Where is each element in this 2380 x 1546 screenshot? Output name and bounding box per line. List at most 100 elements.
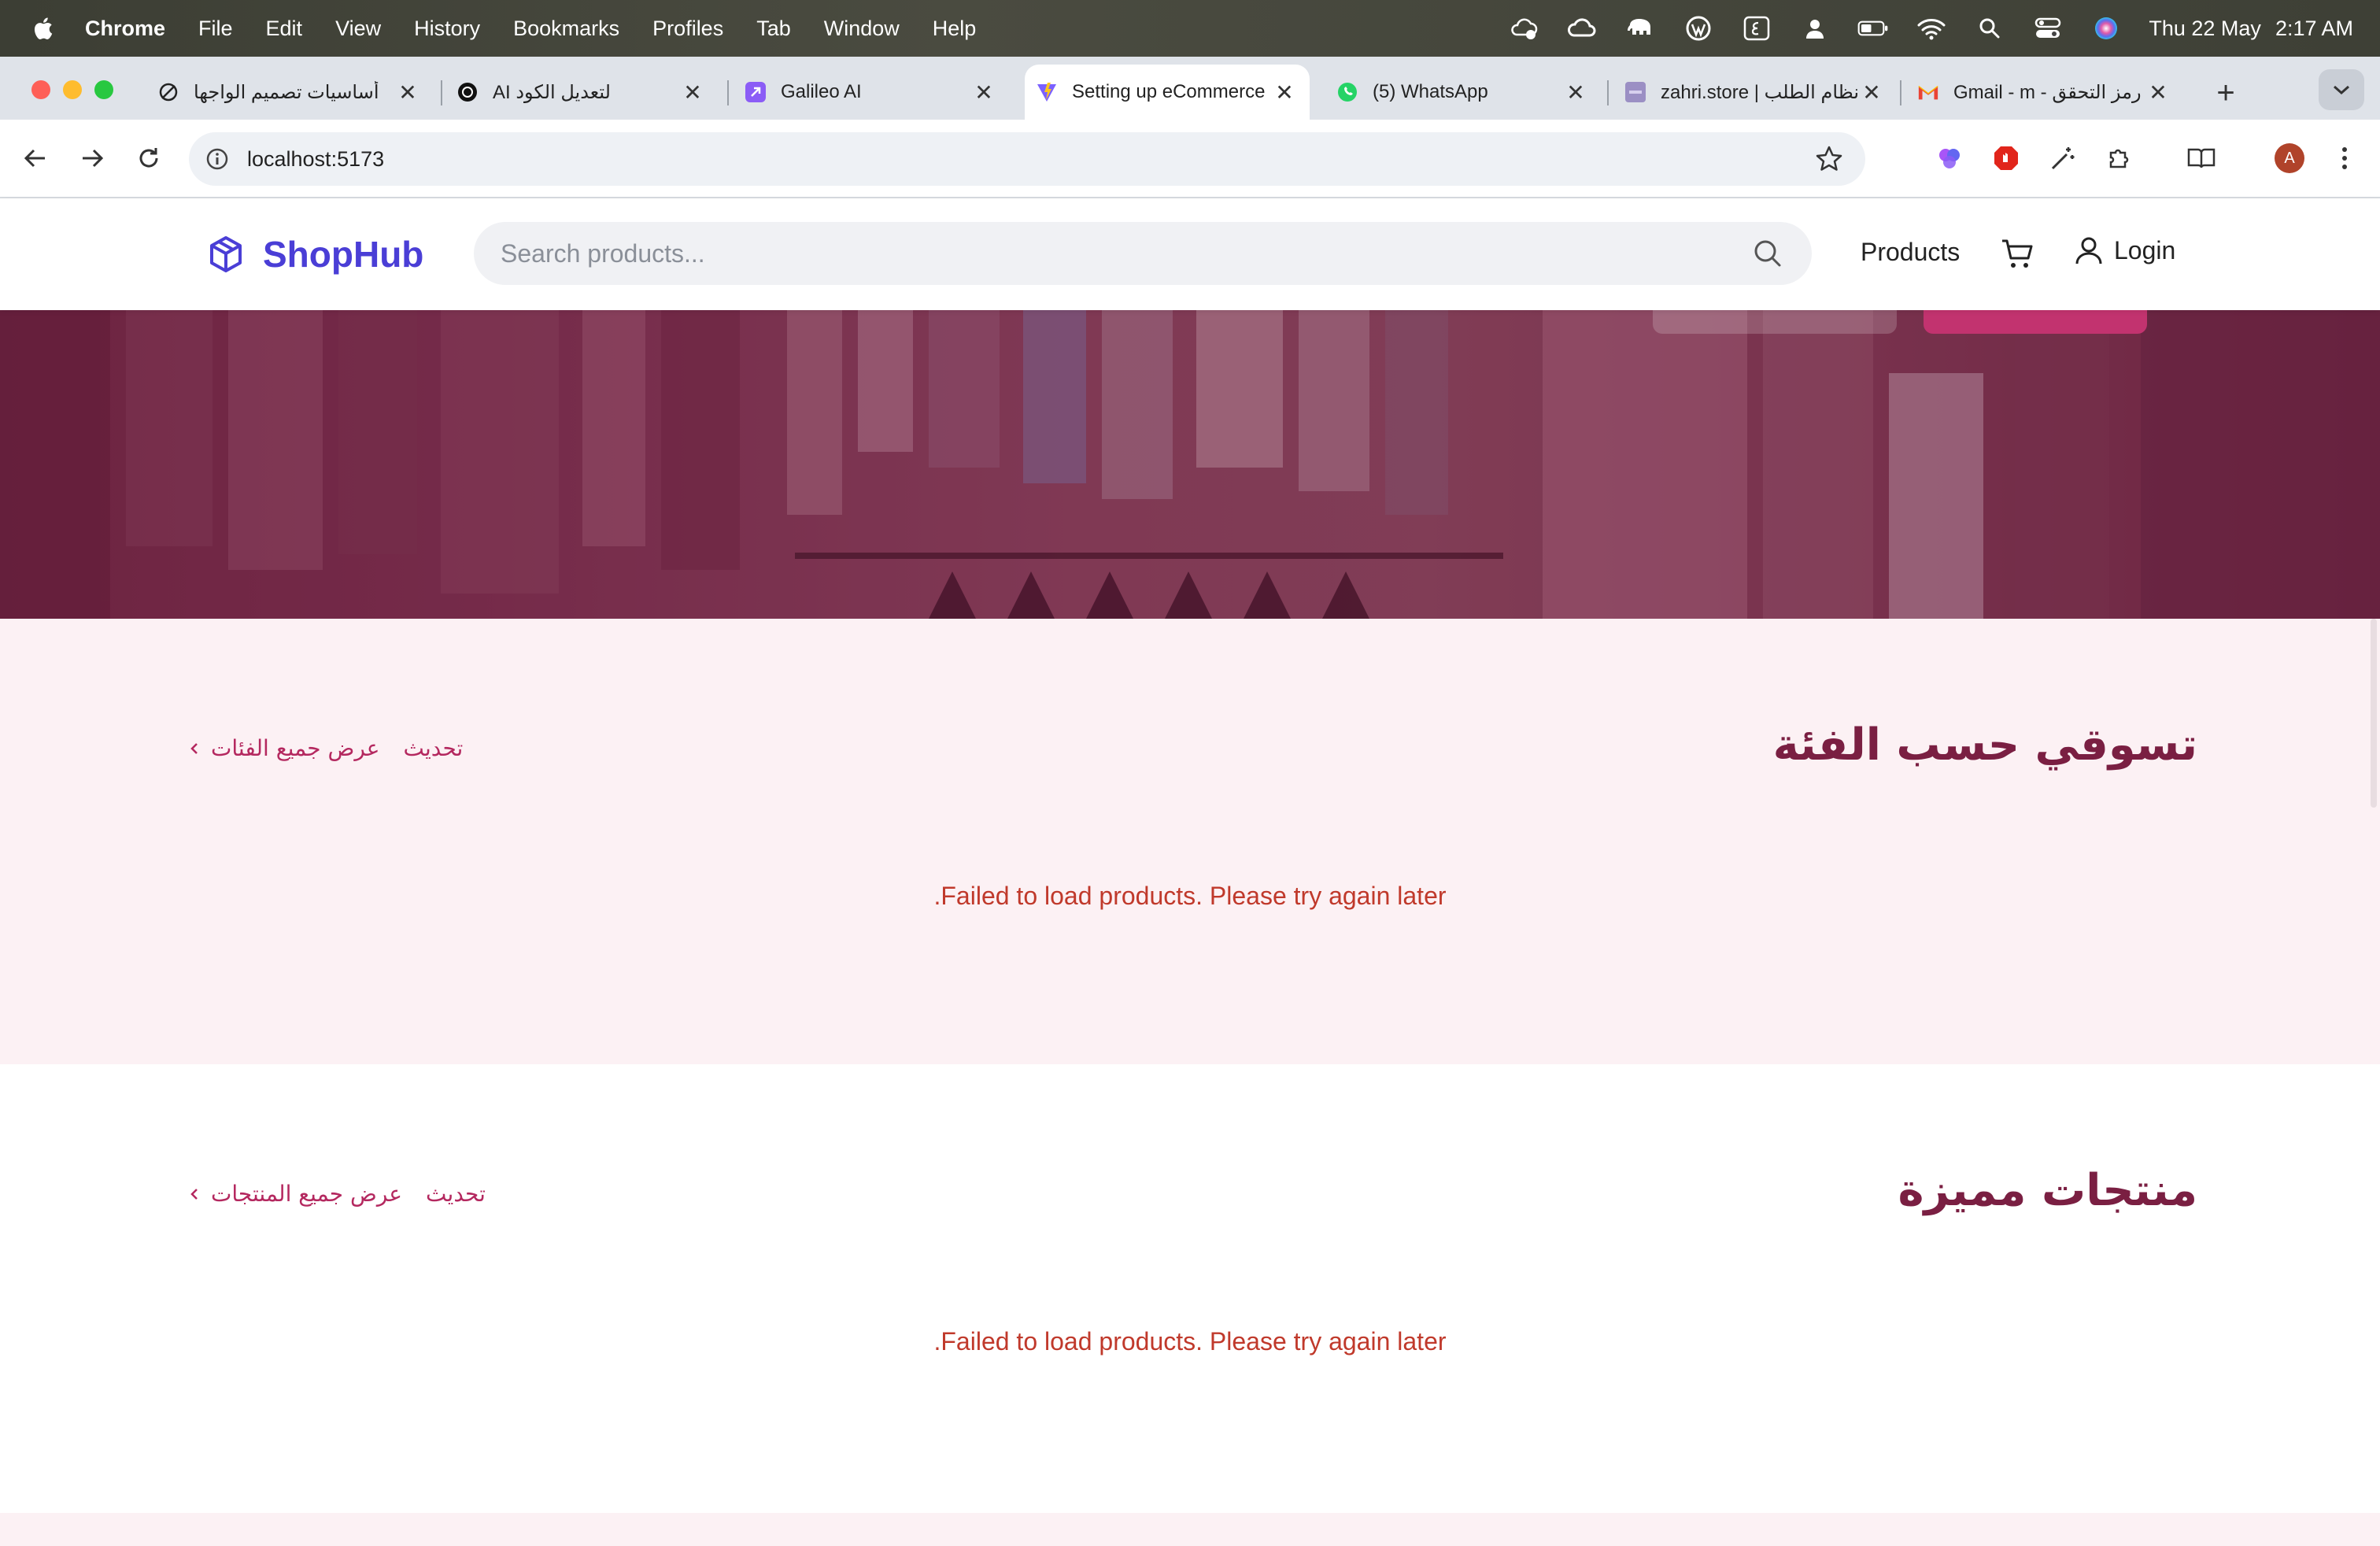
login-button[interactable]: Login — [2073, 235, 2175, 266]
tab-close-icon[interactable]: ✕ — [2147, 80, 2169, 105]
chevron-left-icon — [190, 1188, 198, 1200]
brand-logo[interactable]: ShopHub — [206, 233, 423, 276]
back-button[interactable] — [16, 139, 55, 178]
chevron-left-icon — [190, 742, 198, 754]
spotlight-search-icon[interactable] — [1974, 13, 2005, 44]
tab-title: لتعديل الكود AI — [493, 81, 611, 103]
hero-secondary-button[interactable] — [1653, 310, 1897, 334]
menu-app-chrome[interactable]: Chrome — [85, 17, 165, 41]
view-all-categories-link[interactable]: عرض جميع الفئات — [211, 735, 379, 761]
extension-brain-icon[interactable] — [1930, 139, 1969, 178]
menu-bookmarks[interactable]: Bookmarks — [513, 17, 619, 41]
tab-title: zahri.store | نظام الطلب — [1661, 81, 1860, 103]
wordpress-icon[interactable] — [1683, 13, 1714, 44]
hero-banner — [0, 310, 2380, 619]
tab-2[interactable]: Galileo AI ✕ — [734, 65, 1009, 120]
address-url[interactable]: localhost:5173 — [247, 147, 384, 172]
menu-history[interactable]: History — [414, 17, 480, 41]
arrow-right-icon — [83, 149, 104, 168]
tab-search-button[interactable] — [2319, 69, 2364, 110]
login-label: Login — [2114, 235, 2176, 264]
cloud-sync-icon[interactable] — [1508, 13, 1539, 44]
bookmark-star-icon[interactable] — [1815, 145, 1843, 173]
menu-view[interactable]: View — [335, 17, 381, 41]
tab-close-icon[interactable]: ✕ — [397, 80, 419, 105]
menu-profiles[interactable]: Profiles — [652, 17, 723, 41]
hero-primary-button[interactable] — [1924, 310, 2147, 334]
chrome-menu-button[interactable] — [2325, 139, 2364, 178]
wifi-icon[interactable] — [1916, 13, 1947, 44]
forward-button[interactable] — [72, 139, 112, 178]
chevron-down-icon — [2334, 85, 2349, 95]
search-icon[interactable] — [1752, 238, 1783, 269]
tab-close-icon[interactable]: ✕ — [973, 80, 995, 105]
user-account-icon[interactable] — [1799, 13, 1831, 44]
tab-3-active[interactable]: Setting up eCommerce ✕ — [1025, 65, 1310, 120]
tab-separator — [441, 80, 442, 105]
siri-icon[interactable] — [2090, 13, 2122, 44]
tab-close-icon[interactable]: ✕ — [1861, 80, 1883, 105]
refresh-products-button[interactable]: تحديث — [426, 1181, 486, 1207]
tab-1[interactable]: لتعديل الكود AI ✕ — [445, 65, 718, 120]
tab-close-icon[interactable]: ✕ — [682, 80, 704, 105]
tab-title: Setting up eCommerce — [1072, 81, 1266, 102]
menu-window[interactable]: Window — [824, 17, 900, 41]
tab-title: رمز التحقق - Gmail - m — [1953, 81, 2142, 103]
reading-list-icon[interactable] — [2182, 139, 2221, 178]
keyboard-input-arabic-icon[interactable] — [1741, 13, 1772, 44]
menu-bar-status-area: Thu 22 May 2:17 AM — [1481, 0, 2353, 57]
profile-button[interactable]: A — [2270, 139, 2309, 178]
zahri-icon — [1624, 81, 1646, 103]
tab-0[interactable]: أساسيات تصميم الواجها ✕ — [146, 65, 433, 120]
menu-help[interactable]: Help — [933, 17, 977, 41]
extension-magic-wand-icon[interactable] — [2043, 139, 2082, 178]
tab-title: Galileo AI — [781, 81, 862, 102]
control-center-icon[interactable] — [2032, 13, 2064, 44]
extension-adblock-icon[interactable] — [1986, 139, 2026, 178]
reload-button[interactable] — [129, 139, 168, 178]
creative-cloud-icon[interactable] — [1566, 13, 1598, 44]
vite-icon — [1036, 81, 1058, 103]
user-icon — [2075, 237, 2102, 264]
new-tab-button[interactable]: + — [2207, 74, 2245, 112]
tab-6[interactable]: رمز التحقق - Gmail - m ✕ — [1906, 65, 2183, 120]
browser-toolbar: localhost:5173 A — [0, 120, 2380, 198]
clock-time: 2:17 AM — [2275, 16, 2353, 40]
browser-tab-strip: أساسيات تصميم الواجها ✕ لتعديل الكود AI … — [0, 57, 2380, 120]
tab-title: أساسيات تصميم الواجها — [194, 81, 379, 103]
window-zoom-button[interactable] — [94, 80, 113, 99]
tab-close-icon[interactable]: ✕ — [1565, 80, 1587, 105]
battery-icon[interactable] — [1857, 13, 1889, 44]
search-input[interactable] — [499, 238, 1752, 269]
arrow-left-icon — [24, 149, 45, 168]
elephant-app-icon[interactable] — [1624, 13, 1656, 44]
menu-tab[interactable]: Tab — [756, 17, 791, 41]
extensions-puzzle-icon[interactable] — [2100, 139, 2139, 178]
refresh-categories-button[interactable]: تحديث — [403, 735, 463, 761]
tab-4[interactable]: (5) WhatsApp ✕ — [1325, 65, 1601, 120]
tab-separator — [727, 80, 729, 105]
menu-bar-clock[interactable]: Thu 22 May 2:17 AM — [2149, 17, 2353, 41]
featured-section-title: منتجات مميزة — [1898, 1165, 2197, 1216]
page-scrollbar[interactable] — [2367, 619, 2380, 808]
view-all-products-link[interactable]: عرض جميع المنتجات — [211, 1181, 402, 1207]
nav-products-link[interactable]: Products — [1861, 238, 1960, 267]
product-search — [474, 222, 1812, 285]
window-close-button[interactable] — [31, 80, 50, 99]
menu-file[interactable]: File — [198, 17, 233, 41]
window-controls — [31, 80, 113, 99]
window-minimize-button[interactable] — [63, 80, 82, 99]
category-section-title: تسوقي حسب الفئة — [1772, 719, 2197, 771]
tab-5[interactable]: zahri.store | نظام الطلب ✕ — [1613, 65, 1897, 120]
shopping-cart-icon[interactable] — [1999, 235, 2037, 272]
tab-separator — [1607, 80, 1609, 105]
menu-edit[interactable]: Edit — [266, 17, 303, 41]
category-section-actions: عرض جميع الفئات تحديث — [186, 735, 463, 761]
apple-logo-icon[interactable] — [31, 16, 54, 41]
address-bar[interactable]: localhost:5173 — [189, 132, 1865, 186]
tab-close-icon[interactable]: ✕ — [1273, 80, 1295, 105]
whatsapp-icon — [1336, 81, 1358, 103]
tab-title: (5) WhatsApp — [1373, 81, 1488, 102]
site-info-icon[interactable] — [203, 145, 231, 173]
featured-section-actions: عرض جميع المنتجات تحديث — [186, 1181, 486, 1207]
